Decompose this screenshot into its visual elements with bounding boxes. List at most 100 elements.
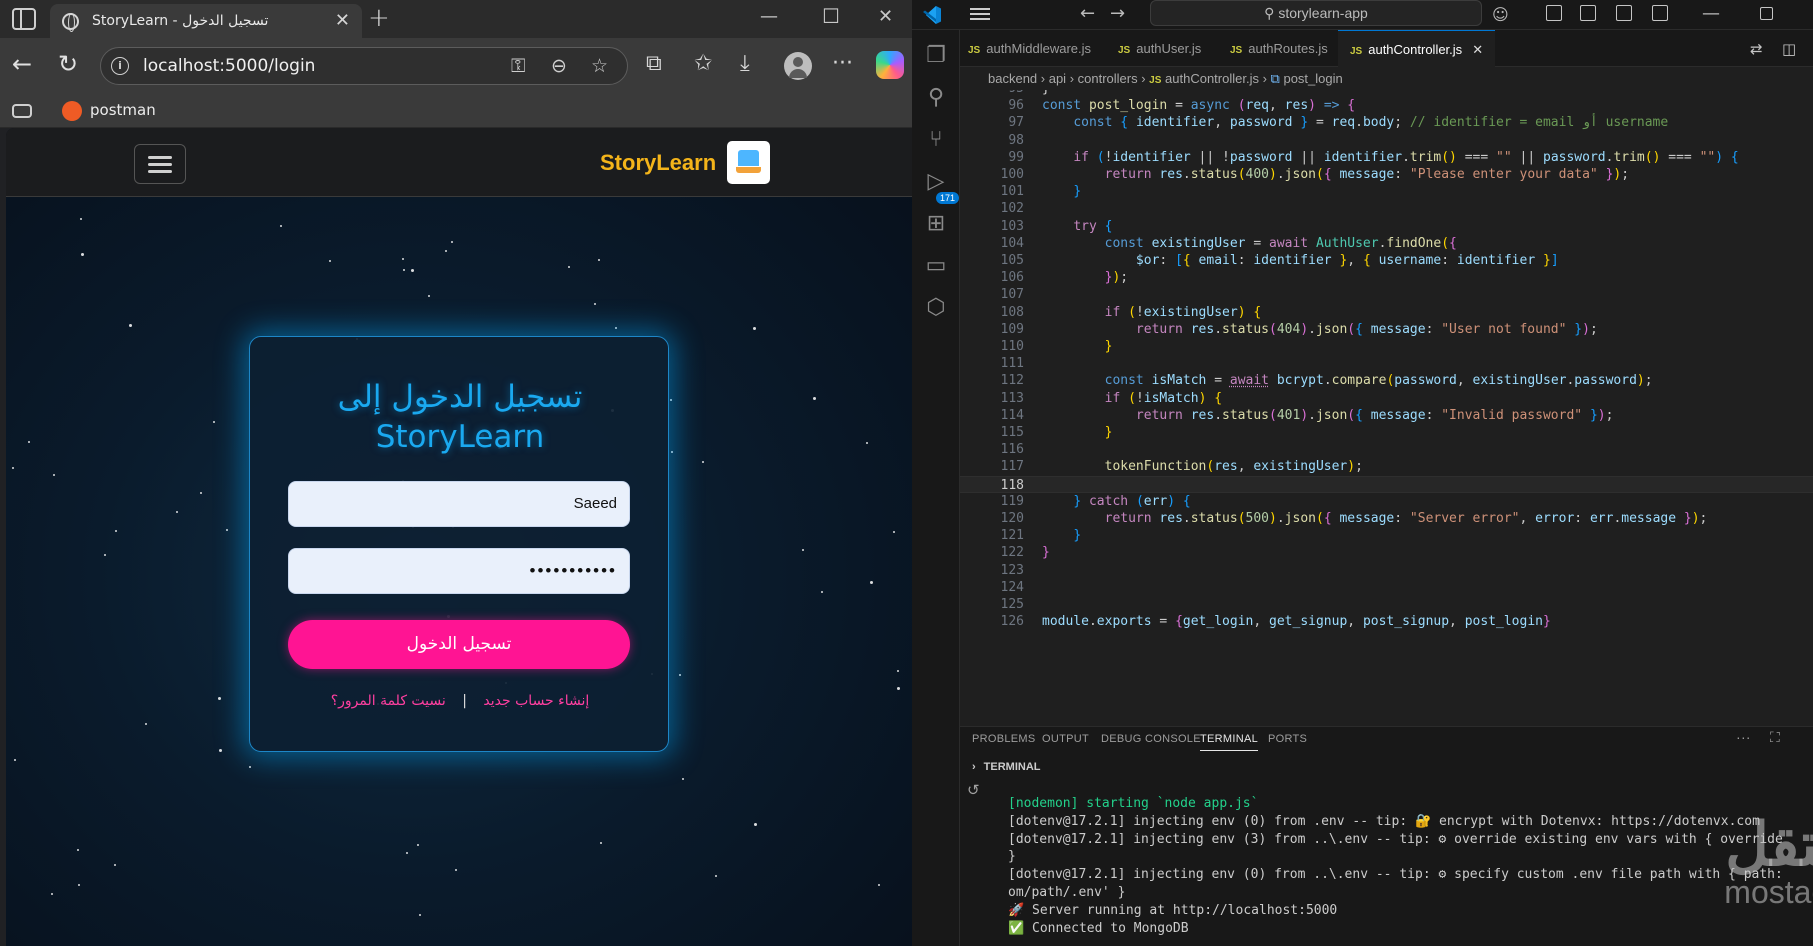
code-text[interactable]: if (!identifier || !password || identifi… (1042, 149, 1738, 166)
code-line[interactable]: 105 $or: [{ email: identifier }, { usern… (960, 252, 1813, 269)
favorites-icon[interactable]: ✩ (694, 52, 712, 76)
vscode-maximize-icon[interactable] (1760, 7, 1773, 20)
username-field[interactable]: Saeed (288, 481, 630, 527)
containers-icon[interactable]: ⬡ (924, 296, 948, 320)
breadcrumb-item[interactable]: api (1049, 71, 1066, 86)
extensions-icon[interactable]: ⊞ (924, 212, 948, 236)
code-line[interactable]: 109 return res.status(404).json({ messag… (960, 321, 1813, 338)
code-text[interactable]: return res.status(500).json({ message: "… (1042, 510, 1708, 527)
window-close-icon[interactable]: ✕ (878, 6, 893, 27)
code-text[interactable]: } (1042, 90, 1050, 97)
code-line[interactable]: 121 } (960, 527, 1813, 544)
refresh-icon[interactable]: ↻ (58, 52, 78, 76)
login-button[interactable]: تسجيل الدخول (288, 620, 630, 669)
bookmark-postman[interactable]: postman (90, 101, 156, 119)
code-line[interactable]: 101 } (960, 183, 1813, 200)
register-link[interactable]: إنشاء حساب جديد (483, 693, 589, 709)
favorite-star-icon[interactable]: ☆ (591, 55, 608, 77)
code-text[interactable]: if (!existingUser) { (1042, 304, 1262, 321)
command-center[interactable]: ⚲ storylearn-app (1150, 0, 1482, 26)
code-text[interactable]: if (!isMatch) { (1042, 390, 1222, 407)
terminal-output[interactable]: [nodemon] starting `node app.js` [dotenv@… (1008, 795, 1808, 946)
code-text[interactable]: return res.status(404).json({ message: "… (1042, 321, 1598, 338)
tab-authController[interactable]: JS authController.js ✕ (1338, 30, 1496, 67)
code-line[interactable]: 117 tokenFunction(res, existingUser); (960, 458, 1813, 475)
explorer-icon[interactable]: ❐ (924, 44, 948, 68)
code-line[interactable]: 99 if (!identifier || !password || ident… (960, 149, 1813, 166)
code-text[interactable]: } (1042, 424, 1113, 441)
panel-tab-terminal[interactable]: TERMINAL (1200, 733, 1259, 751)
tab-authMiddleware[interactable]: JS authMiddleware.js (968, 30, 1091, 67)
profile-avatar[interactable] (784, 52, 812, 80)
code-line[interactable]: 114 return res.status(401).json({ messag… (960, 407, 1813, 424)
tab-actions-icon[interactable] (12, 8, 36, 30)
code-text[interactable]: module.exports = {get_login, get_signup,… (1042, 613, 1551, 630)
code-line[interactable]: 106 }); (960, 269, 1813, 286)
code-line[interactable]: 98 (960, 132, 1813, 149)
code-line[interactable]: 100 return res.status(400).json({ messag… (960, 166, 1813, 183)
site-info-icon[interactable]: i (111, 57, 129, 75)
code-text[interactable]: const { identifier, password } = req.bod… (1042, 114, 1668, 131)
code-text[interactable]: try { (1042, 218, 1112, 235)
password-field[interactable]: ••••••••••• (288, 548, 630, 594)
code-line[interactable]: 104 const existingUser = await AuthUser.… (960, 235, 1813, 252)
split-editor-icon[interactable]: ◫ (1782, 40, 1796, 58)
code-line[interactable]: 113 if (!isMatch) { (960, 390, 1813, 407)
code-text[interactable]: } (1042, 183, 1081, 200)
panel-tab-problems[interactable]: PROBLEMS (972, 733, 1036, 745)
code-line[interactable]: 126 module.exports = {get_login, get_sign… (960, 613, 1813, 630)
close-tab-icon[interactable]: ✕ (1472, 42, 1483, 57)
code-line[interactable]: 112 const isMatch = await bcrypt.compare… (960, 372, 1813, 389)
code-line[interactable]: 111 (960, 355, 1813, 372)
chevron-right-icon[interactable]: › (972, 761, 976, 773)
code-line[interactable]: 96 const post_login = async (req, res) =>… (960, 97, 1813, 114)
code-text[interactable]: } (1042, 338, 1113, 355)
code-line[interactable]: 116 (960, 441, 1813, 458)
code-line[interactable]: 120 return res.status(500).json({ messag… (960, 510, 1813, 527)
compare-changes-icon[interactable]: ⇄ (1750, 40, 1763, 58)
breadcrumb-item[interactable]: authController.js (1165, 71, 1259, 86)
panel-tab-output[interactable]: OUTPUT (1042, 733, 1089, 745)
code-text[interactable]: } (1042, 544, 1050, 561)
tab-authUser[interactable]: JS authUser.js (1118, 30, 1201, 67)
run-debug-icon[interactable]: ▷ (924, 170, 948, 194)
brand-name[interactable]: StoryLearn (600, 150, 716, 176)
code-line[interactable]: 125 (960, 596, 1813, 613)
code-line[interactable]: 103 try { (960, 218, 1813, 235)
back-arrow-icon[interactable]: ← (12, 52, 32, 76)
code-text[interactable]: const existingUser = await AuthUser.find… (1042, 235, 1457, 252)
extensions-icon[interactable]: ⧉ (646, 52, 662, 76)
code-line[interactable]: 124 (960, 579, 1813, 596)
close-tab-icon[interactable]: ✕ (335, 10, 350, 31)
menu-icon[interactable] (970, 6, 990, 22)
password-key-icon[interactable]: ⚿ (511, 55, 525, 77)
toggle-panel-icon[interactable] (1616, 5, 1632, 21)
code-line[interactable]: 122} (960, 544, 1813, 561)
code-line[interactable]: 97 const { identifier, password } = req.… (960, 114, 1813, 131)
more-actions-icon[interactable]: ··· (1736, 729, 1751, 745)
code-line[interactable]: 123 (960, 562, 1813, 579)
code-line[interactable]: 119 } catch (err) { (960, 493, 1813, 510)
panel-tab-ports[interactable]: PORTS (1268, 733, 1307, 745)
maximize-panel-icon[interactable]: ⛶ (1770, 729, 1780, 746)
code-line[interactable]: 102 (960, 200, 1813, 217)
vscode-minimize-icon[interactable]: — (1702, 3, 1720, 24)
nav-back-icon[interactable]: ← (1080, 3, 1095, 24)
maximize-icon[interactable]: ☐ (822, 4, 840, 28)
breadcrumb-item[interactable]: controllers (1078, 71, 1138, 86)
history-icon[interactable]: ↺ (967, 781, 980, 799)
code-text[interactable]: const post_login = async (req, res) => { (1042, 97, 1355, 114)
code-text[interactable]: tokenFunction(res, existingUser); (1042, 458, 1363, 475)
breadcrumb-item[interactable]: post_login (1283, 71, 1342, 86)
toggle-sidebar-icon[interactable] (1580, 5, 1596, 21)
code-text[interactable]: }); (1042, 269, 1128, 286)
code-line[interactable]: 95} (960, 90, 1813, 97)
hamburger-menu-button[interactable] (134, 144, 186, 184)
code-line[interactable]: 108 if (!existingUser) { (960, 304, 1813, 321)
storylearn-logo[interactable] (727, 141, 770, 184)
browser-tab-active[interactable]: StoryLearn - تسجيل الدخول ✕ (50, 4, 362, 38)
source-control-icon[interactable]: ⑂ (924, 128, 948, 152)
code-text[interactable]: return res.status(401).json({ message: "… (1042, 407, 1614, 424)
address-bar[interactable]: i localhost:5000/login ⚿ ⊖ ☆ (100, 47, 628, 85)
code-line[interactable]: 107 (960, 286, 1813, 303)
